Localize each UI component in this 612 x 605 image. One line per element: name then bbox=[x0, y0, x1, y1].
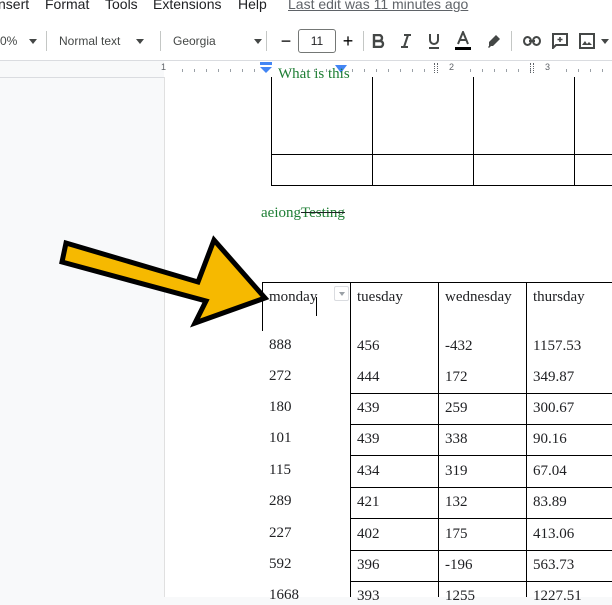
annotation-arrow-icon bbox=[59, 235, 270, 328]
